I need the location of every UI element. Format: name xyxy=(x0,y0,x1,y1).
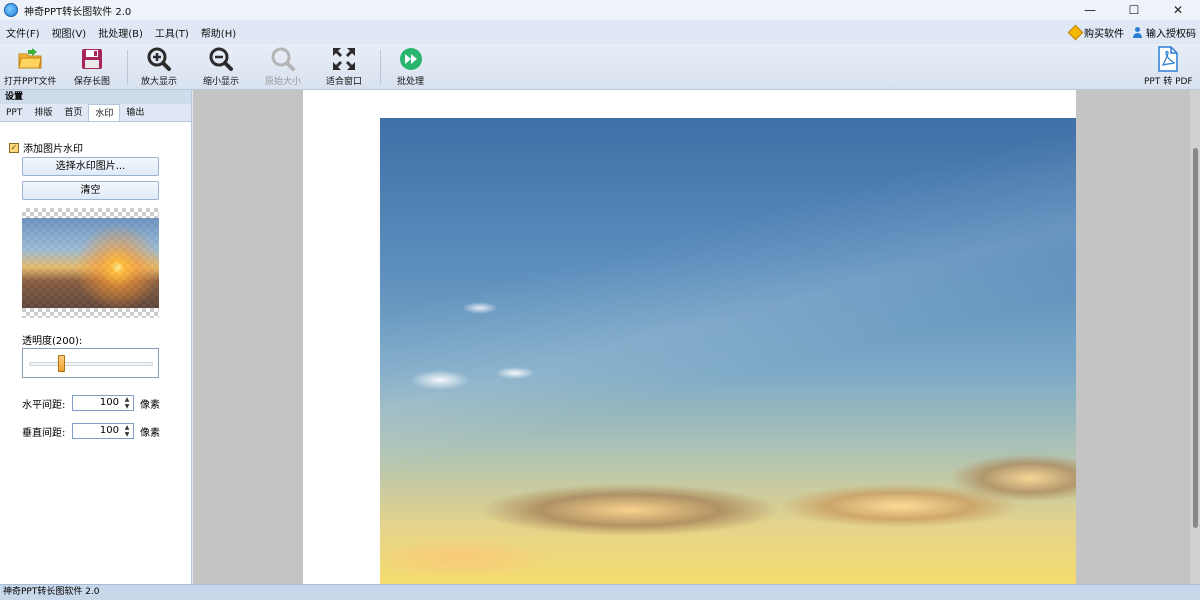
buy-software-label: 购买软件 xyxy=(1084,28,1124,40)
save-long-image-label: 保存长图 xyxy=(74,77,111,87)
spinner-arrows-icon[interactable]: ▲ ▼ xyxy=(123,396,131,410)
slider-track xyxy=(29,362,153,366)
vertical-spacing-value: 100 xyxy=(99,425,119,436)
opacity-label: 透明度(200): xyxy=(22,336,83,347)
tab-ppt[interactable]: PPT xyxy=(0,104,28,121)
tab-layout[interactable]: 排版 xyxy=(28,104,58,121)
horizontal-spacing-row: 水平间距: 100 ▲ ▼ 像素 xyxy=(22,395,160,411)
diamond-icon xyxy=(1067,24,1084,40)
toolbar-divider xyxy=(380,50,381,84)
tab-cover[interactable]: 首页 xyxy=(58,104,88,121)
batch-button[interactable]: 批处理 xyxy=(397,46,424,88)
spinner-arrows-icon[interactable]: ▲ ▼ xyxy=(123,424,131,438)
tab-output[interactable]: 输出 xyxy=(120,104,150,121)
enter-license-link[interactable]: 输入授权码 xyxy=(1132,25,1196,40)
magnifier-icon xyxy=(270,46,296,72)
zoom-in-button[interactable]: 放大显示 xyxy=(141,46,177,88)
opacity-slider[interactable] xyxy=(22,348,159,378)
horizontal-spacing-unit: 像素 xyxy=(140,399,160,411)
horizontal-spacing-label: 水平间距: xyxy=(22,399,66,411)
batch-label: 批处理 xyxy=(397,77,425,87)
zoom-out-label: 缩小显示 xyxy=(203,77,240,87)
vertical-spacing-label: 垂直间距: xyxy=(22,427,66,439)
watermark-preview xyxy=(22,208,159,318)
open-ppt-label: 打开PPT文件 xyxy=(4,77,57,87)
original-size-label: 原始大小 xyxy=(265,77,302,87)
title-bar: 神奇PPT转长图软件 2.0 — ☐ ✕ xyxy=(0,0,1200,20)
scrollbar-thumb[interactable] xyxy=(1193,148,1198,528)
zoom-in-label: 放大显示 xyxy=(141,77,178,87)
slider-thumb[interactable] xyxy=(58,355,66,372)
zoom-out-button[interactable]: 缩小显示 xyxy=(203,46,239,88)
app-logo-icon xyxy=(4,3,18,17)
vertical-spacing-unit: 像素 xyxy=(140,427,160,439)
tab-watermark[interactable]: 水印 xyxy=(88,104,121,121)
settings-tabs: PPT 排版 首页 水印 输出 xyxy=(0,104,191,122)
status-bar: 神奇PPT转长图软件 2.0 xyxy=(0,584,1200,600)
menu-batch[interactable]: 批处理(B) xyxy=(92,25,149,40)
fit-window-label: 适合窗口 xyxy=(326,77,363,87)
zoom-out-icon xyxy=(208,46,234,72)
save-disk-icon xyxy=(79,46,105,72)
user-icon xyxy=(1132,26,1143,38)
minimize-button[interactable]: — xyxy=(1068,0,1112,20)
ppt-to-pdf-label: PPT 转 PDF xyxy=(1144,77,1193,87)
menu-file[interactable]: 文件(F) xyxy=(0,25,46,40)
horizontal-spacing-value: 100 xyxy=(99,397,119,408)
window-title: 神奇PPT转长图软件 2.0 xyxy=(24,6,132,18)
slide-image xyxy=(380,118,1076,584)
original-size-button[interactable]: 原始大小 xyxy=(265,46,301,88)
toolbar-divider xyxy=(127,50,128,84)
open-folder-icon xyxy=(17,46,43,72)
preview-canvas[interactable] xyxy=(193,90,1200,584)
vertical-spacing-spinner[interactable]: 100 ▲ ▼ xyxy=(72,423,134,439)
fit-window-button[interactable]: 适合窗口 xyxy=(326,46,362,88)
fit-window-icon xyxy=(331,46,357,72)
horizontal-spacing-spinner[interactable]: 100 ▲ ▼ xyxy=(72,395,134,411)
menu-bar: 文件(F) 视图(V) 批处理(B) 工具(T) 帮助(H) 购买软件 输入授权… xyxy=(0,22,1200,42)
settings-panel: 设置 PPT 排版 首页 水印 输出 ✓ 添加图片水印 选择水印图片... 清空… xyxy=(0,90,192,584)
menu-tools[interactable]: 工具(T) xyxy=(149,25,195,40)
select-watermark-image-button[interactable]: 选择水印图片... xyxy=(22,157,159,176)
zoom-in-icon xyxy=(146,46,172,72)
enter-license-label: 输入授权码 xyxy=(1146,28,1196,40)
open-ppt-button[interactable]: 打开PPT文件 xyxy=(4,46,56,88)
pdf-file-icon xyxy=(1155,46,1181,72)
add-image-watermark-checkbox[interactable]: ✓ 添加图片水印 xyxy=(9,140,83,155)
menu-view[interactable]: 视图(V) xyxy=(46,25,93,40)
menu-help[interactable]: 帮助(H) xyxy=(195,25,242,40)
vertical-scrollbar[interactable] xyxy=(1190,90,1200,584)
add-image-watermark-label: 添加图片水印 xyxy=(23,144,83,155)
toolbar: 打开PPT文件 保存长图 放大显示 缩小显示 原始大小 适合窗口 批处理 PPT… xyxy=(0,44,1200,90)
save-long-image-button[interactable]: 保存长图 xyxy=(74,46,110,88)
maximize-button[interactable]: ☐ xyxy=(1112,0,1156,20)
menu-right-actions: 购买软件 输入授权码 xyxy=(1067,22,1196,42)
checkmark-icon: ✓ xyxy=(9,142,19,153)
settings-header: 设置 xyxy=(0,90,191,104)
clear-button[interactable]: 清空 xyxy=(22,181,159,200)
window-controls: — ☐ ✕ xyxy=(1068,0,1200,20)
close-button[interactable]: ✕ xyxy=(1156,0,1200,20)
fast-forward-icon xyxy=(398,46,424,72)
ppt-to-pdf-button[interactable]: PPT 转 PDF xyxy=(1144,46,1193,88)
buy-software-link[interactable]: 购买软件 xyxy=(1067,24,1124,40)
vertical-spacing-row: 垂直间距: 100 ▲ ▼ 像素 xyxy=(22,423,160,439)
watermark-preview-image xyxy=(22,218,159,308)
